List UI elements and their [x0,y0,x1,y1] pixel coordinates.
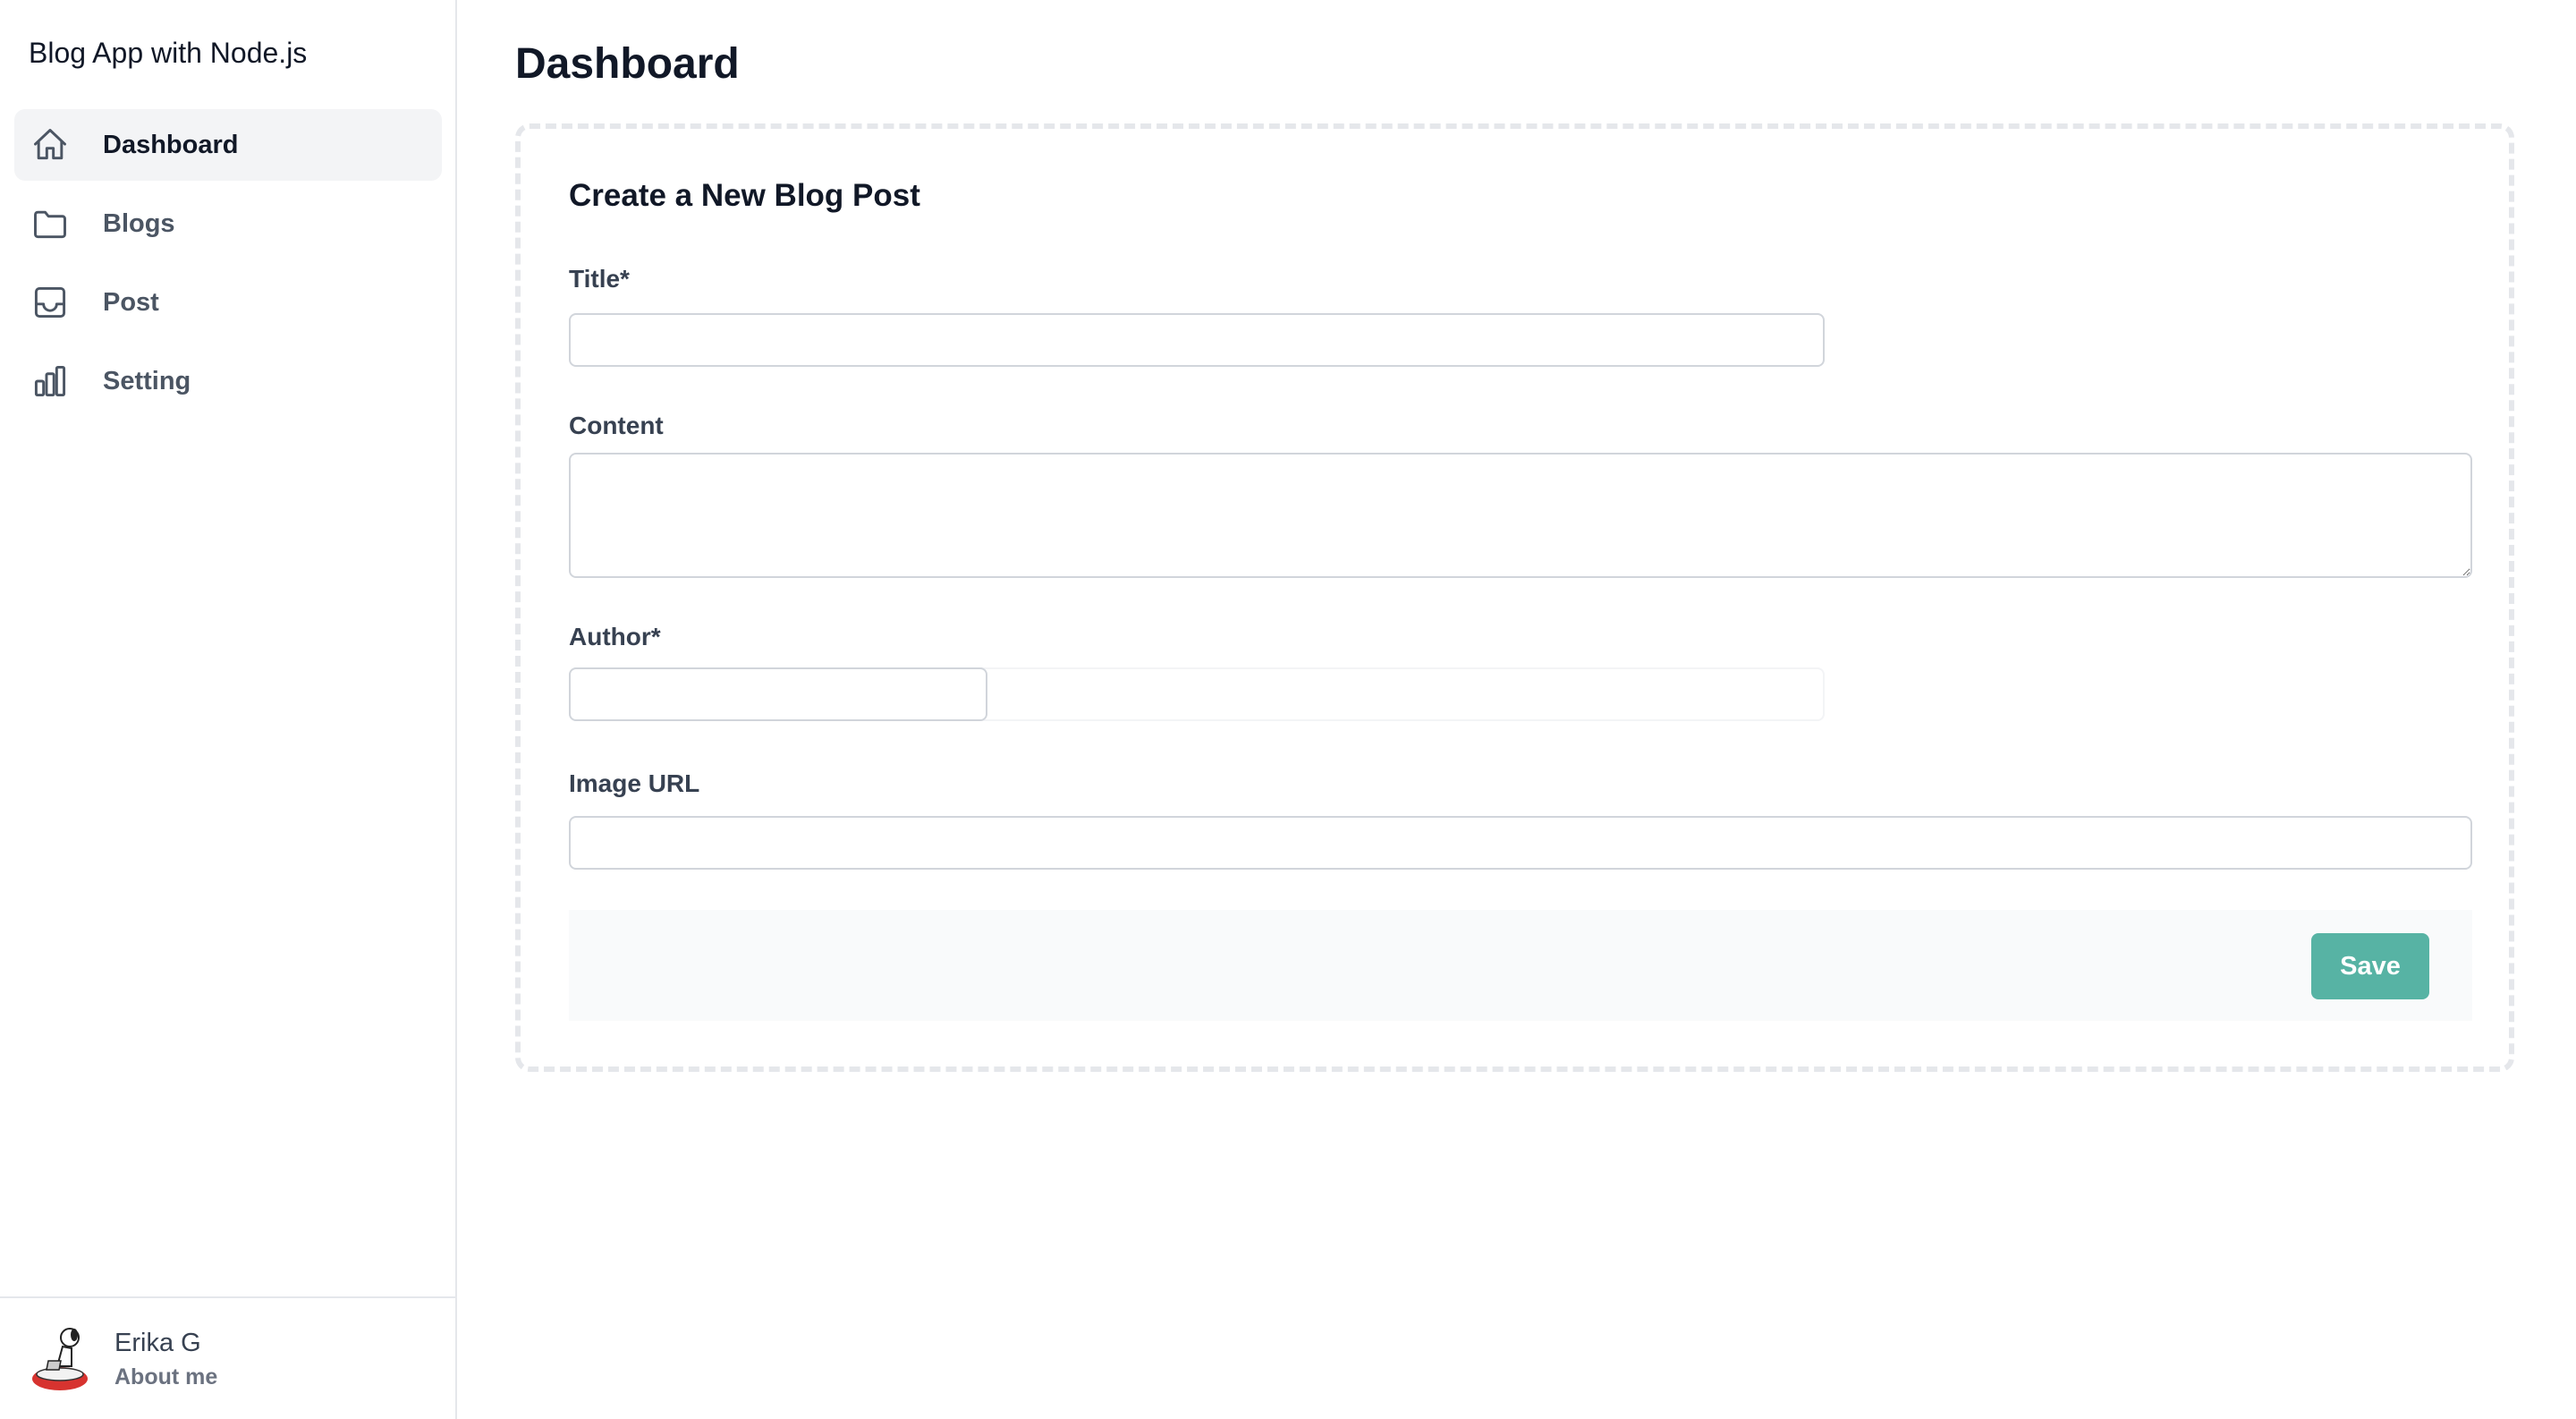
author-label: Author* [569,623,661,650]
sidebar-item-label: Post [103,287,159,317]
about-me-link[interactable]: About me [114,1364,217,1390]
home-icon [30,125,70,165]
image-url-label: Image URL [569,769,700,797]
inbox-icon [30,283,70,322]
sidebar-item-label: Blogs [103,208,175,238]
title-input[interactable] [569,313,1825,367]
form-footer: Save [569,910,2472,1021]
bar-chart-icon [30,361,70,401]
sidebar-nav: Dashboard Blogs Post Setting [14,109,442,424]
user-profile[interactable]: Erika G About me [0,1296,455,1419]
avatar[interactable] [30,1325,89,1393]
image-url-input[interactable] [569,816,2472,870]
title-label: Title* [569,265,630,293]
app-root: Blog App with Node.js Dashboard Blogs Po… [0,0,2576,1419]
sidebar-item-label: Setting [103,366,191,395]
sidebar-item-label: Dashboard [103,130,239,159]
sidebar-item-blogs[interactable]: Blogs [14,188,442,259]
sidebar: Blog App with Node.js Dashboard Blogs Po… [0,0,457,1419]
user-name: Erika G [114,1329,201,1357]
page-title: Dashboard [515,40,740,88]
form-title: Create a New Blog Post [569,178,920,213]
save-button[interactable]: Save [2311,933,2429,999]
sidebar-item-post[interactable]: Post [14,267,442,338]
sidebar-item-setting[interactable]: Setting [14,345,442,417]
author-input[interactable] [569,667,987,721]
create-post-card: Create a New Blog Post Title* Content Au… [515,123,2514,1072]
app-title: Blog App with Node.js [29,37,308,69]
main-content: Dashboard Create a New Blog Post Title* … [457,0,2576,1419]
content-label: Content [569,412,664,439]
sidebar-item-dashboard[interactable]: Dashboard [14,109,442,181]
content-textarea[interactable] [569,453,2472,578]
folder-icon [30,204,70,243]
